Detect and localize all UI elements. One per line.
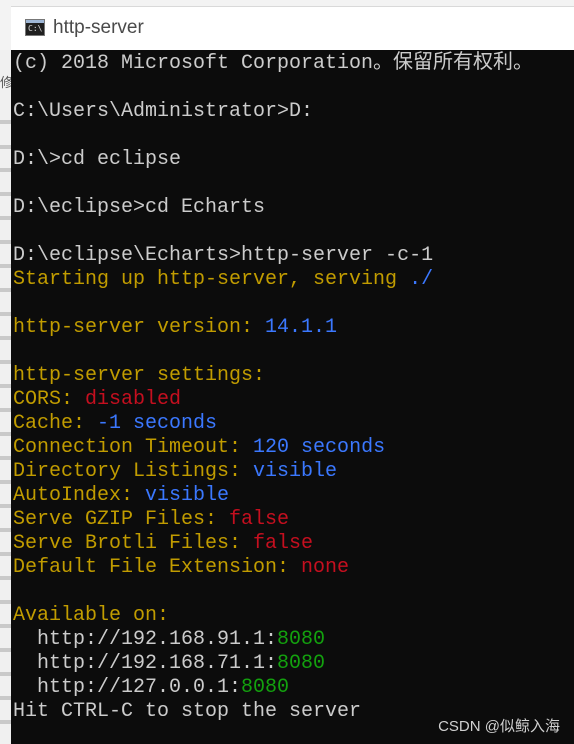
- window-titlebar[interactable]: C:\ http-server: [11, 6, 574, 51]
- prompt-line: D:\eclipse\Echarts>http-server -c-1: [13, 244, 434, 267]
- prompt-line: C:\Users\Administrator>D:: [13, 100, 314, 123]
- dirlist-value: visible: [253, 460, 338, 483]
- starting-text: Starting up http-server, serving: [13, 268, 410, 291]
- cors-setting: CORS: disabled: [13, 388, 181, 412]
- prompt-line: D:\eclipse>cd Echarts: [13, 196, 266, 219]
- dirlist-setting: Directory Listings: visible: [13, 460, 337, 484]
- gzip-value: false: [229, 508, 290, 531]
- prompt-line: D:\>cd eclipse: [13, 148, 182, 171]
- autoindex-setting: AutoIndex: visible: [13, 484, 229, 508]
- address-host: http://192.168.91.1:: [13, 628, 278, 651]
- brotli-setting: Serve Brotli Files: false: [13, 532, 313, 556]
- extension-label: Default File Extension:: [13, 556, 302, 579]
- starting-line: Starting up http-server, serving ./: [13, 268, 433, 292]
- serve-path: ./: [409, 268, 434, 291]
- available-header: Available on:: [13, 604, 170, 627]
- gzip-setting: Serve GZIP Files: false: [13, 508, 289, 532]
- brotli-value: false: [253, 532, 314, 555]
- extension-value: none: [301, 556, 350, 579]
- cors-value: disabled: [85, 388, 182, 411]
- copyright-line: (c) 2018 Microsoft Corporation。保留所有权利。: [13, 52, 534, 75]
- autoindex-label: AutoIndex:: [13, 484, 146, 507]
- address-line: http://192.168.91.1:8080: [13, 628, 325, 652]
- console-window: 修 C:\ http-server (c) 2018 Microsoft Cor…: [0, 0, 574, 744]
- timeout-setting: Connection Timeout: 120 seconds: [13, 436, 385, 460]
- timeout-label: Connection Timeout:: [13, 436, 254, 459]
- address-port: 8080: [277, 628, 326, 651]
- extension-setting: Default File Extension: none: [13, 556, 349, 580]
- console-app-icon: C:\: [25, 19, 45, 36]
- timeout-value: 120 seconds: [253, 436, 386, 459]
- background-window-glyph: 修: [0, 76, 11, 91]
- dirlist-label: Directory Listings:: [13, 460, 254, 483]
- version-value: 14.1.1: [265, 316, 338, 339]
- address-host: http://127.0.0.1:: [13, 676, 242, 699]
- cors-label: CORS:: [13, 388, 86, 411]
- gzip-label: Serve GZIP Files:: [13, 508, 230, 531]
- settings-header: http-server settings:: [13, 364, 266, 387]
- address-line: http://192.168.71.1:8080: [13, 652, 325, 676]
- brotli-label: Serve Brotli Files:: [13, 532, 254, 555]
- background-window-edge: 修: [0, 50, 11, 744]
- console-output[interactable]: (c) 2018 Microsoft Corporation。保留所有权利。 C…: [11, 50, 574, 744]
- address-port: 8080: [241, 676, 290, 699]
- address-line: http://127.0.0.1:8080: [13, 676, 289, 700]
- autoindex-value: visible: [145, 484, 230, 507]
- version-line: http-server version: 14.1.1: [13, 316, 337, 340]
- stop-hint: Hit CTRL-C to stop the server: [13, 700, 362, 723]
- csdn-watermark: CSDN @似鲸入海: [438, 718, 560, 735]
- address-port: 8080: [277, 652, 326, 675]
- cache-value: -1 seconds: [97, 412, 218, 435]
- cache-setting: Cache: -1 seconds: [13, 412, 217, 436]
- version-label: http-server version:: [13, 316, 266, 339]
- window-title: http-server: [53, 17, 144, 38]
- cache-label: Cache:: [13, 412, 98, 435]
- address-host: http://192.168.71.1:: [13, 652, 278, 675]
